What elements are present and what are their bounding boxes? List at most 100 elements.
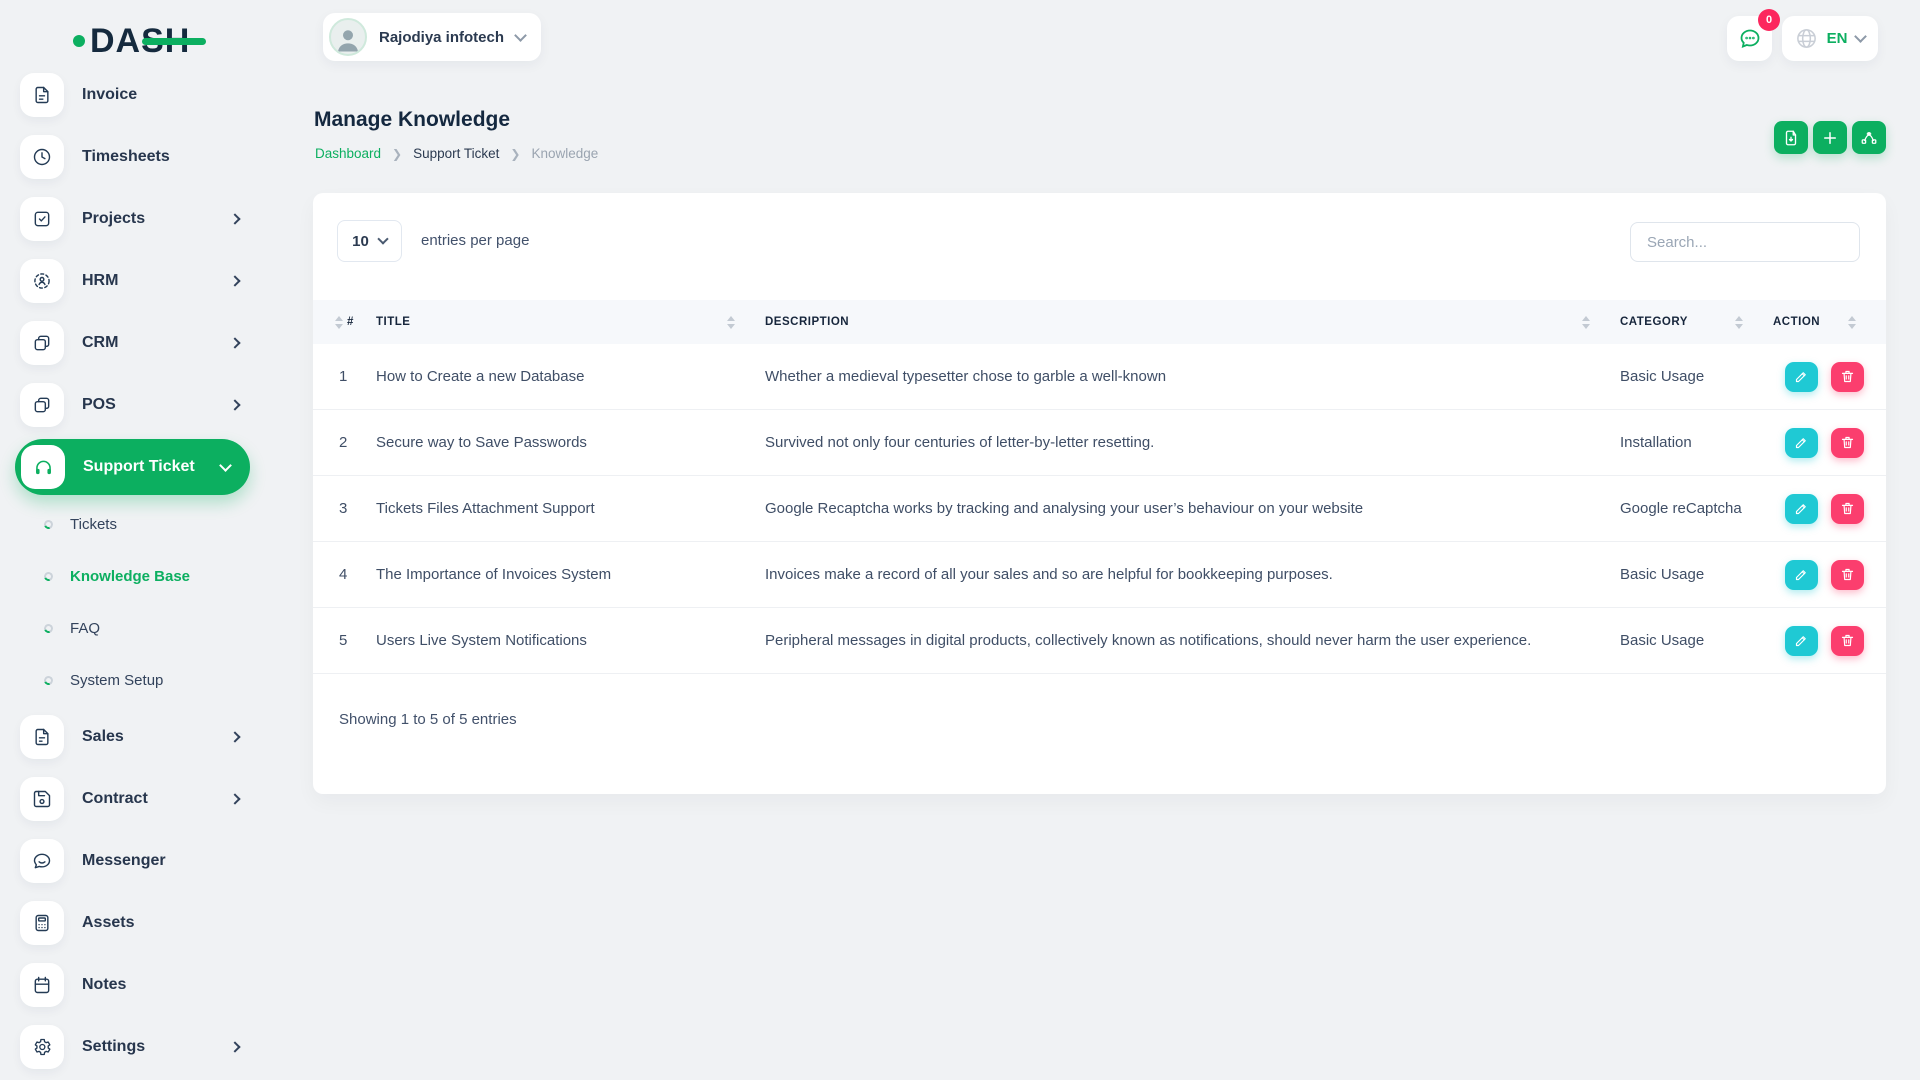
delete-button[interactable]	[1831, 625, 1864, 656]
sidebar-item-messenger[interactable]: Messenger	[0, 830, 265, 892]
save-icon	[20, 777, 64, 821]
column-header-description[interactable]: DESCRIPTION	[765, 315, 1620, 329]
sidebar-subitem-tickets[interactable]: Tickets	[0, 498, 265, 550]
knowledge-table-card: 10 entries per page # TITLE DESCRIPTION …	[313, 193, 1886, 794]
company-name: Rajodiya infotech	[379, 28, 505, 46]
table-row: 4 The Importance of Invoices System Invo…	[313, 542, 1886, 608]
sidebar-item-contract[interactable]: Contract	[0, 768, 265, 830]
chevron-down-icon	[1854, 30, 1868, 43]
chevron-right-icon	[229, 275, 241, 287]
column-header-title[interactable]: TITLE	[376, 315, 765, 329]
row-description: Invoices make a record of all your sales…	[765, 566, 1333, 583]
row-description: Survived not only four centuries of lett…	[765, 434, 1155, 451]
row-title: Users Live System Notifications	[376, 632, 587, 649]
row-category: Basic Usage	[1620, 566, 1705, 583]
pencil-icon	[1795, 636, 1806, 647]
chevron-down-icon	[514, 28, 527, 42]
document-icon	[20, 715, 64, 759]
table-row: 1 How to Create a new Database Whether a…	[313, 344, 1886, 410]
delete-button[interactable]	[1831, 427, 1864, 458]
row-category: Basic Usage	[1620, 368, 1705, 385]
delete-button[interactable]	[1831, 361, 1864, 392]
edit-button[interactable]	[1785, 493, 1818, 524]
checkbox-icon	[20, 197, 64, 241]
sidebar-item-support-ticket[interactable]: Support Ticket	[0, 436, 265, 498]
breadcrumb-support-ticket[interactable]: Support Ticket	[413, 146, 499, 161]
edit-button[interactable]	[1785, 559, 1818, 590]
edit-button[interactable]	[1785, 361, 1818, 392]
trash-icon	[1841, 502, 1854, 515]
edit-button[interactable]	[1785, 625, 1818, 656]
globe-icon	[1796, 29, 1816, 48]
sidebar-item-timesheets[interactable]: Timesheets	[0, 126, 265, 188]
messages-button[interactable]: 0	[1727, 9, 1780, 61]
sort-icon	[335, 315, 343, 329]
page-size-select[interactable]: 10	[337, 220, 402, 262]
logo-text: DASH	[90, 22, 207, 60]
table-body: 1 How to Create a new Database Whether a…	[313, 344, 1886, 674]
row-category: Basic Usage	[1620, 632, 1705, 649]
chat-bubble-icon	[1740, 29, 1759, 48]
file-export-icon	[1785, 130, 1797, 145]
categories-button[interactable]	[1852, 121, 1886, 154]
breadcrumb-dashboard[interactable]: Dashboard	[315, 146, 381, 161]
sidebar-subitem-knowledge-base[interactable]: Knowledge Base	[0, 550, 265, 602]
column-header-category[interactable]: CATEGORY	[1620, 315, 1773, 329]
row-description: Peripheral messages in digital products,…	[765, 632, 1532, 649]
row-category: Google reCaptcha	[1620, 500, 1742, 517]
row-number: 1	[339, 368, 348, 385]
row-title: Tickets Files Attachment Support	[376, 500, 595, 517]
row-number: 2	[339, 434, 348, 451]
search-input[interactable]	[1630, 222, 1860, 262]
logo-bar-icon	[142, 38, 207, 45]
overlap-squares-icon	[20, 383, 64, 427]
headset-icon	[21, 445, 65, 489]
sort-icon	[1582, 315, 1590, 329]
person-scan-icon	[20, 259, 64, 303]
sidebar-item-sales[interactable]: Sales	[0, 706, 265, 768]
language-code: EN	[1826, 30, 1848, 47]
add-knowledge-button[interactable]	[1813, 121, 1847, 154]
sort-icon	[1735, 315, 1743, 329]
logo-dot-icon	[73, 35, 85, 47]
bullet-icon	[42, 518, 55, 530]
company-switcher[interactable]: Rajodiya infotech	[323, 13, 542, 61]
chevron-right-icon	[229, 793, 241, 805]
avatar	[329, 18, 367, 56]
sidebar-item-projects[interactable]: Projects	[0, 188, 265, 250]
row-number: 3	[339, 500, 348, 517]
sidebar-subitem-system-setup[interactable]: System Setup	[0, 654, 265, 706]
messages-badge: 0	[1758, 9, 1780, 31]
app-logo[interactable]: DASH	[73, 22, 207, 60]
row-title: How to Create a new Database	[376, 368, 585, 385]
table-row: 2 Secure way to Save Passwords Survived …	[313, 410, 1886, 476]
edit-button[interactable]	[1785, 427, 1818, 458]
column-header-num[interactable]: #	[313, 315, 376, 329]
sidebar-item-hrm[interactable]: HRM	[0, 250, 265, 312]
pencil-icon	[1795, 504, 1806, 515]
table-header: # TITLE DESCRIPTION CATEGORY ACTION	[313, 300, 1886, 344]
row-number: 5	[339, 632, 348, 649]
overlap-squares-icon	[20, 321, 64, 365]
vector-icon	[1861, 131, 1877, 144]
export-button[interactable]	[1774, 121, 1808, 154]
table-row: 5 Users Live System Notifications Periph…	[313, 608, 1886, 674]
breadcrumb-knowledge: Knowledge	[531, 146, 599, 161]
sidebar-subitem-faq[interactable]: FAQ	[0, 602, 265, 654]
bullet-icon	[42, 570, 55, 582]
chat-icon	[20, 839, 64, 883]
sort-icon	[727, 315, 735, 329]
pencil-icon	[1795, 372, 1806, 383]
sidebar-item-invoice[interactable]: Invoice	[0, 64, 265, 126]
delete-button[interactable]	[1831, 493, 1864, 524]
language-selector[interactable]: EN	[1782, 16, 1878, 61]
sidebar-item-pos[interactable]: POS	[0, 374, 265, 436]
sidebar-item-assets[interactable]: Assets	[0, 892, 265, 954]
chevron-right-icon: ❯	[392, 146, 403, 161]
column-header-action[interactable]: ACTION	[1773, 315, 1886, 329]
sidebar-item-notes[interactable]: Notes	[0, 954, 265, 1016]
trash-icon	[1841, 436, 1854, 449]
sidebar-item-crm[interactable]: CRM	[0, 312, 265, 374]
sidebar-item-settings[interactable]: Settings	[0, 1016, 265, 1078]
delete-button[interactable]	[1831, 559, 1864, 590]
